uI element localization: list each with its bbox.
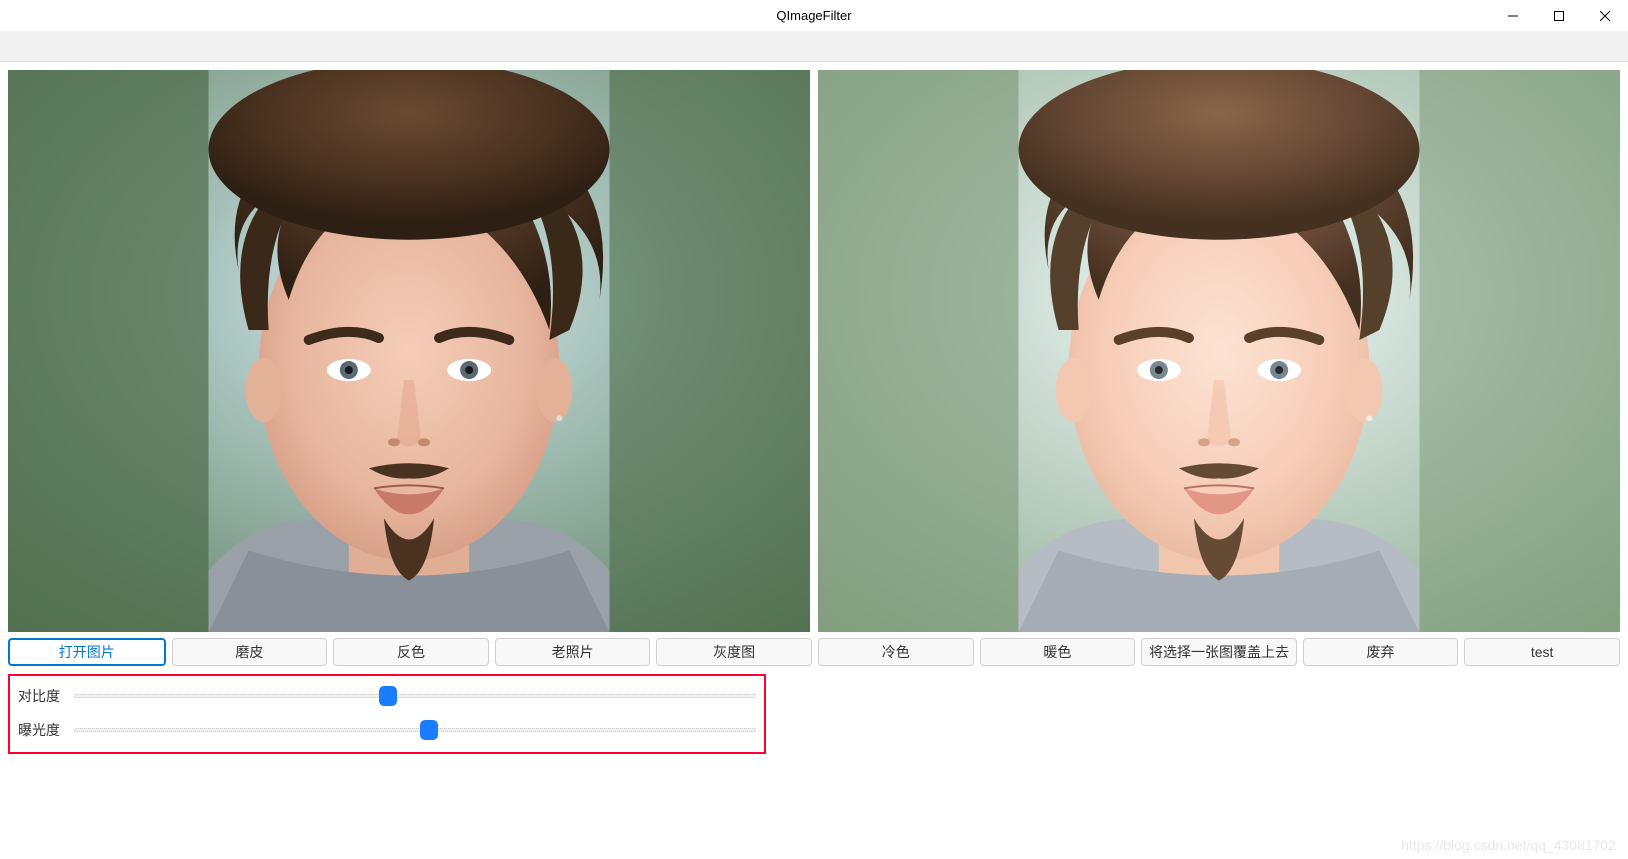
close-button[interactable]	[1582, 0, 1628, 31]
filter-button-row: 打开图片 磨皮 反色 老照片 灰度图 冷色 暖色 将选择一张图覆盖上去 废弃 t…	[8, 638, 1620, 666]
slider-track	[74, 728, 756, 732]
button-label: 灰度图	[713, 642, 755, 662]
slider-track	[74, 694, 756, 698]
button-label: 冷色	[882, 642, 910, 662]
cool-tone-button[interactable]: 冷色	[818, 638, 974, 666]
image-comparison-row	[8, 70, 1620, 632]
exposure-label: 曝光度	[18, 720, 64, 740]
window-titlebar: QImageFilter	[0, 0, 1628, 32]
watermark-text: https://blog.csdn.net/qq_43081702	[1401, 837, 1616, 853]
smooth-skin-button[interactable]: 磨皮	[172, 638, 328, 666]
button-label: 打开图片	[59, 642, 115, 662]
overlay-image-button[interactable]: 将选择一张图覆盖上去	[1141, 638, 1297, 666]
main-content: 打开图片 磨皮 反色 老照片 灰度图 冷色 暖色 将选择一张图覆盖上去 废弃 t…	[0, 62, 1628, 762]
button-label: 反色	[397, 642, 425, 662]
menu-toolbar-area	[0, 32, 1628, 62]
button-label: 磨皮	[235, 642, 263, 662]
button-label: 将选择一张图覆盖上去	[1149, 642, 1289, 662]
maximize-button[interactable]	[1536, 0, 1582, 31]
minimize-button[interactable]	[1490, 0, 1536, 31]
original-portrait-image	[8, 70, 810, 632]
button-label: 暖色	[1043, 642, 1071, 662]
close-icon	[1600, 11, 1610, 21]
invert-color-button[interactable]: 反色	[333, 638, 489, 666]
exposure-slider-row: 曝光度	[18, 720, 756, 740]
contrast-slider-thumb[interactable]	[379, 686, 397, 706]
button-label: test	[1531, 644, 1554, 660]
grayscale-button[interactable]: 灰度图	[656, 638, 812, 666]
sliders-highlight-box: 对比度 曝光度	[8, 674, 766, 754]
contrast-slider-row: 对比度	[18, 686, 756, 706]
button-label: 废弃	[1367, 642, 1395, 662]
button-label: 老照片	[552, 642, 594, 662]
minimize-icon	[1508, 11, 1518, 21]
discard-button[interactable]: 废弃	[1303, 638, 1459, 666]
filtered-image-panel	[818, 70, 1620, 632]
contrast-slider[interactable]	[74, 686, 756, 706]
filtered-portrait-image	[818, 70, 1620, 632]
exposure-slider-thumb[interactable]	[420, 720, 438, 740]
window-controls	[1490, 0, 1628, 31]
window-title: QImageFilter	[776, 8, 851, 23]
exposure-slider[interactable]	[74, 720, 756, 740]
open-image-button[interactable]: 打开图片	[8, 638, 166, 666]
test-button[interactable]: test	[1464, 638, 1620, 666]
warm-tone-button[interactable]: 暖色	[980, 638, 1136, 666]
contrast-label: 对比度	[18, 686, 64, 706]
original-image-panel	[8, 70, 810, 632]
old-photo-button[interactable]: 老照片	[495, 638, 651, 666]
maximize-icon	[1554, 11, 1564, 21]
